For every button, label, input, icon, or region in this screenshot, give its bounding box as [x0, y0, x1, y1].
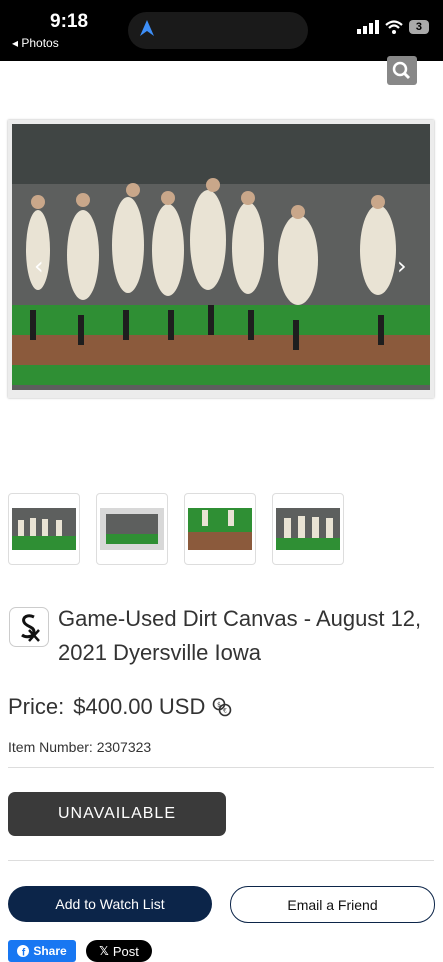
previous-image-arrow[interactable]: ‹	[34, 252, 44, 280]
add-to-watch-list-button[interactable]: Add to Watch List	[8, 886, 212, 922]
status-bar: 9:18 ◂ Photos 3	[0, 0, 443, 61]
thumbnail-4[interactable]	[272, 493, 344, 565]
celebration-photo	[12, 124, 430, 390]
item-number: Item Number: 2307323	[8, 739, 152, 755]
currency-exchange-icon[interactable]: $ €	[211, 696, 233, 718]
white-sox-logo-icon	[21, 614, 40, 642]
search-button[interactable]	[387, 56, 417, 85]
next-image-arrow[interactable]: ›	[397, 252, 407, 280]
search-icon	[392, 61, 411, 80]
thumbnail-2[interactable]	[96, 493, 168, 565]
thumbnail-3[interactable]	[184, 493, 256, 565]
x-post-button[interactable]: 𝕏 Post	[86, 940, 152, 962]
svg-text:$: $	[217, 702, 221, 709]
share-label: Share	[33, 944, 67, 958]
team-logo	[9, 607, 49, 647]
price-value: $400.00 USD	[73, 694, 206, 719]
x-icon: 𝕏	[99, 944, 109, 958]
facebook-share-button[interactable]: f Share	[8, 940, 76, 962]
wifi-icon	[385, 20, 403, 34]
battery-indicator: 3	[408, 20, 429, 34]
navigation-arrow-icon	[140, 20, 154, 36]
price-row: Price: $400.00 USD $ €	[8, 694, 233, 720]
post-label: Post	[112, 943, 139, 959]
thumbnail-1[interactable]	[8, 493, 80, 565]
divider	[8, 767, 434, 768]
price-label: Price:	[8, 694, 65, 719]
email-a-friend-button[interactable]: Email a Friend	[230, 886, 435, 923]
svg-text:€: €	[223, 708, 227, 715]
dynamic-island	[128, 12, 308, 49]
thumbnail-strip	[8, 493, 344, 565]
signal-icon	[356, 20, 379, 34]
status-time: 9:18	[50, 11, 89, 32]
product-image[interactable]	[8, 120, 434, 398]
status-icons: 3	[356, 20, 429, 34]
unavailable-button[interactable]: UNAVAILABLE	[8, 792, 226, 836]
facebook-icon: f	[17, 945, 30, 957]
divider	[8, 860, 434, 861]
back-to-photos-link[interactable]: ◂ Photos	[12, 36, 59, 50]
product-title: Game-Used Dirt Canvas - August 12, 2021 …	[58, 606, 422, 665]
